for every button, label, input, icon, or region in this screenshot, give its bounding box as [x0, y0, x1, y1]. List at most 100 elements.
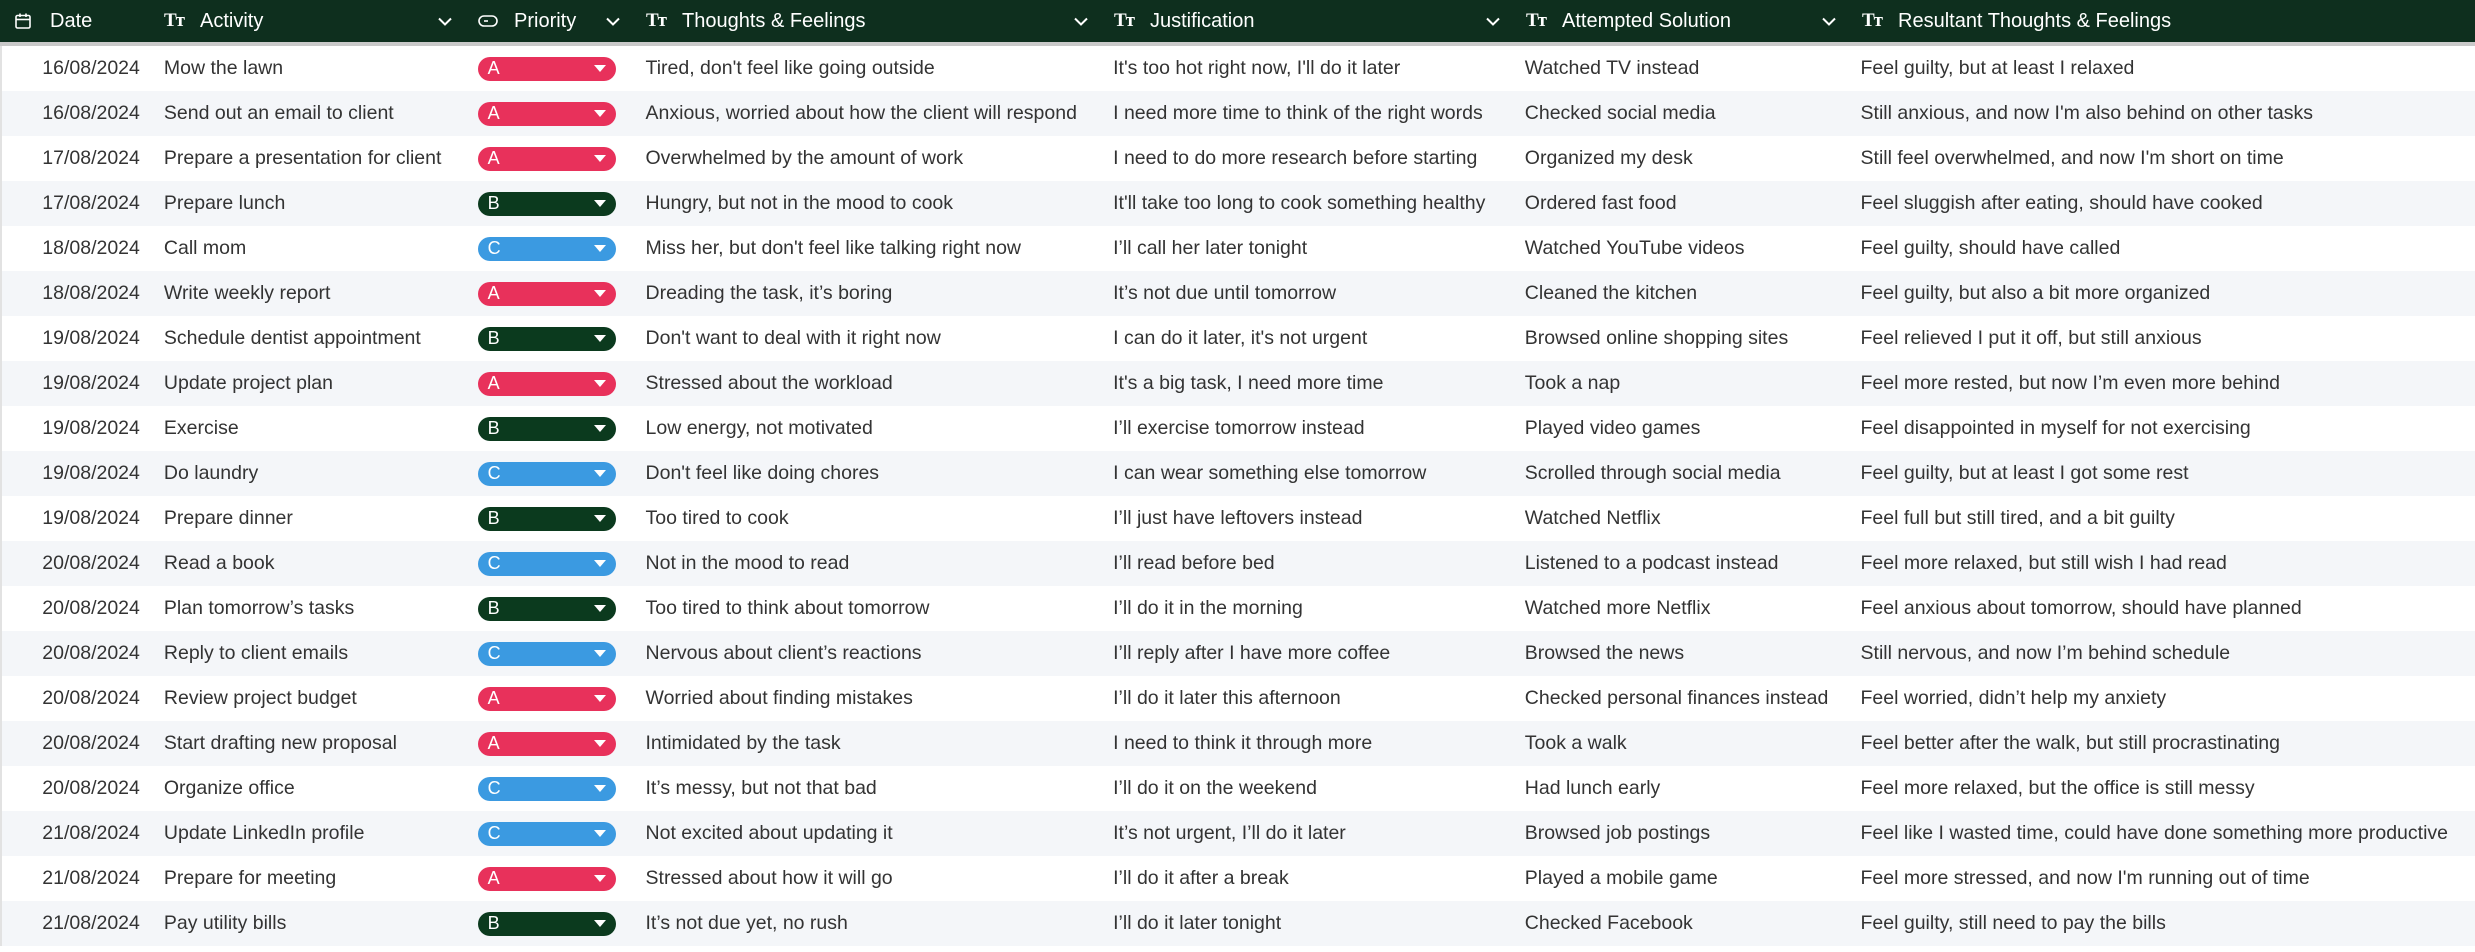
- attempted-solution-cell[interactable]: Played a mobile game: [1513, 867, 1849, 890]
- attempted-solution-cell[interactable]: Watched TV instead: [1513, 57, 1849, 80]
- priority-cell[interactable]: B: [466, 416, 634, 441]
- justification-cell[interactable]: I’ll do it later this afternoon: [1101, 687, 1513, 710]
- thoughts-cell[interactable]: Worried about finding mistakes: [634, 687, 1102, 710]
- priority-cell[interactable]: B: [466, 326, 634, 351]
- priority-badge[interactable]: A: [477, 146, 616, 171]
- attempted-solution-cell[interactable]: Browsed online shopping sites: [1513, 327, 1849, 350]
- column-header-attempted[interactable]: Tт Attempted Solution: [1512, 0, 1848, 42]
- priority-badge[interactable]: A: [477, 731, 616, 756]
- activity-cell[interactable]: Pay utility bills: [152, 912, 466, 935]
- priority-badge[interactable]: B: [477, 326, 616, 351]
- attempted-solution-cell[interactable]: Had lunch early: [1513, 777, 1849, 800]
- table-row[interactable]: 21/08/2024 Prepare for meeting A Stresse…: [0, 856, 2475, 901]
- activity-cell[interactable]: Update LinkedIn profile: [152, 822, 466, 845]
- activity-cell[interactable]: Write weekly report: [152, 282, 466, 305]
- table-row[interactable]: 19/08/2024 Prepare dinner B Too tired to…: [0, 496, 2475, 541]
- caret-down-icon[interactable]: [593, 785, 606, 792]
- attempted-solution-cell[interactable]: Took a nap: [1513, 372, 1849, 395]
- chevron-down-icon[interactable]: [1818, 17, 1840, 26]
- caret-down-icon[interactable]: [593, 335, 606, 342]
- caret-down-icon[interactable]: [593, 650, 606, 657]
- caret-down-icon[interactable]: [593, 695, 606, 702]
- priority-badge[interactable]: C: [477, 641, 616, 666]
- priority-cell[interactable]: A: [466, 101, 634, 126]
- column-header-justification[interactable]: Tт Justification: [1100, 0, 1512, 42]
- date-cell[interactable]: 18/08/2024: [2, 282, 152, 305]
- activity-cell[interactable]: Do laundry: [152, 462, 466, 485]
- priority-badge[interactable]: C: [477, 551, 616, 576]
- caret-down-icon[interactable]: [593, 515, 606, 522]
- priority-badge[interactable]: C: [477, 236, 616, 261]
- priority-cell[interactable]: C: [466, 551, 634, 576]
- thoughts-cell[interactable]: Stressed about how it will go: [634, 867, 1102, 890]
- priority-badge[interactable]: B: [477, 191, 616, 216]
- table-row[interactable]: 20/08/2024 Review project budget A Worri…: [0, 676, 2475, 721]
- caret-down-icon[interactable]: [593, 830, 606, 837]
- resultant-cell[interactable]: Feel sluggish after eating, should have …: [1849, 192, 2475, 215]
- justification-cell[interactable]: It's a big task, I need more time: [1101, 372, 1513, 395]
- thoughts-cell[interactable]: Tired, don't feel like going outside: [634, 57, 1102, 80]
- table-row[interactable]: 19/08/2024 Exercise B Low energy, not mo…: [0, 406, 2475, 451]
- thoughts-cell[interactable]: Not in the mood to read: [634, 552, 1102, 575]
- priority-cell[interactable]: A: [466, 146, 634, 171]
- table-row[interactable]: 17/08/2024 Prepare a presentation for cl…: [0, 136, 2475, 181]
- date-cell[interactable]: 20/08/2024: [2, 777, 152, 800]
- resultant-cell[interactable]: Feel better after the walk, but still pr…: [1849, 732, 2475, 755]
- thoughts-cell[interactable]: Dreading the task, it’s boring: [634, 282, 1102, 305]
- priority-badge[interactable]: A: [477, 371, 616, 396]
- priority-badge[interactable]: B: [477, 506, 616, 531]
- thoughts-cell[interactable]: Nervous about client’s reactions: [634, 642, 1102, 665]
- justification-cell[interactable]: It’s not due until tomorrow: [1101, 282, 1513, 305]
- justification-cell[interactable]: I need more time to think of the right w…: [1101, 102, 1513, 125]
- date-cell[interactable]: 20/08/2024: [2, 687, 152, 710]
- resultant-cell[interactable]: Feel more rested, but now I’m even more …: [1849, 372, 2475, 395]
- thoughts-cell[interactable]: Overwhelmed by the amount of work: [634, 147, 1102, 170]
- date-cell[interactable]: 19/08/2024: [2, 372, 152, 395]
- priority-badge[interactable]: A: [477, 686, 616, 711]
- justification-cell[interactable]: I’ll read before bed: [1101, 552, 1513, 575]
- attempted-solution-cell[interactable]: Listened to a podcast instead: [1513, 552, 1849, 575]
- table-row[interactable]: 19/08/2024 Schedule dentist appointment …: [0, 316, 2475, 361]
- priority-cell[interactable]: A: [466, 866, 634, 891]
- priority-badge[interactable]: B: [477, 911, 616, 936]
- thoughts-cell[interactable]: Don't want to deal with it right now: [634, 327, 1102, 350]
- resultant-cell[interactable]: Feel more relaxed, but the office is sti…: [1849, 777, 2475, 800]
- thoughts-cell[interactable]: Miss her, but don't feel like talking ri…: [634, 237, 1102, 260]
- activity-cell[interactable]: Update project plan: [152, 372, 466, 395]
- activity-cell[interactable]: Prepare a presentation for client: [152, 147, 466, 170]
- justification-cell[interactable]: I’ll call her later tonight: [1101, 237, 1513, 260]
- attempted-solution-cell[interactable]: Browsed the news: [1513, 642, 1849, 665]
- thoughts-cell[interactable]: Don't feel like doing chores: [634, 462, 1102, 485]
- resultant-cell[interactable]: Still feel overwhelmed, and now I'm shor…: [1849, 147, 2475, 170]
- date-cell[interactable]: 20/08/2024: [2, 642, 152, 665]
- resultant-cell[interactable]: Feel guilty, but also a bit more organiz…: [1849, 282, 2475, 305]
- caret-down-icon[interactable]: [593, 290, 606, 297]
- justification-cell[interactable]: I’ll do it later tonight: [1101, 912, 1513, 935]
- thoughts-cell[interactable]: Intimidated by the task: [634, 732, 1102, 755]
- priority-cell[interactable]: C: [466, 236, 634, 261]
- attempted-solution-cell[interactable]: Organized my desk: [1513, 147, 1849, 170]
- justification-cell[interactable]: I need to do more research before starti…: [1101, 147, 1513, 170]
- chevron-down-icon[interactable]: [434, 17, 456, 26]
- date-cell[interactable]: 16/08/2024: [2, 57, 152, 80]
- date-cell[interactable]: 16/08/2024: [2, 102, 152, 125]
- justification-cell[interactable]: I need to think it through more: [1101, 732, 1513, 755]
- table-row[interactable]: 20/08/2024 Organize office C It’s messy,…: [0, 766, 2475, 811]
- attempted-solution-cell[interactable]: Watched YouTube videos: [1513, 237, 1849, 260]
- table-row[interactable]: 20/08/2024 Start drafting new proposal A…: [0, 721, 2475, 766]
- justification-cell[interactable]: I can do it later, it's not urgent: [1101, 327, 1513, 350]
- priority-cell[interactable]: C: [466, 461, 634, 486]
- justification-cell[interactable]: I’ll just have leftovers instead: [1101, 507, 1513, 530]
- table-row[interactable]: 19/08/2024 Update project plan A Stresse…: [0, 361, 2475, 406]
- activity-cell[interactable]: Review project budget: [152, 687, 466, 710]
- justification-cell[interactable]: I’ll do it on the weekend: [1101, 777, 1513, 800]
- attempted-solution-cell[interactable]: Took a walk: [1513, 732, 1849, 755]
- caret-down-icon[interactable]: [593, 245, 606, 252]
- attempted-solution-cell[interactable]: Watched more Netflix: [1513, 597, 1849, 620]
- thoughts-cell[interactable]: Stressed about the workload: [634, 372, 1102, 395]
- date-cell[interactable]: 20/08/2024: [2, 732, 152, 755]
- caret-down-icon[interactable]: [593, 425, 606, 432]
- caret-down-icon[interactable]: [593, 560, 606, 567]
- priority-cell[interactable]: B: [466, 596, 634, 621]
- date-cell[interactable]: 19/08/2024: [2, 417, 152, 440]
